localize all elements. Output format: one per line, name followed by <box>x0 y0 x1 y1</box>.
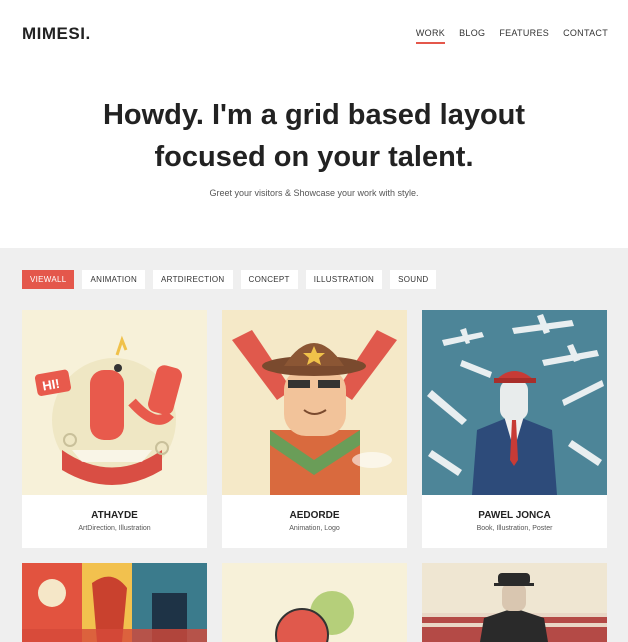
filter-illustration[interactable]: ILLUSTRATION <box>305 270 383 289</box>
project-tags: Animation, Logo <box>289 525 340 532</box>
project-thumbnail[interactable] <box>222 563 407 642</box>
hero-section: Howdy. I'm a grid based layout focused o… <box>0 70 628 248</box>
project-title[interactable]: ATHAYDE <box>22 495 207 521</box>
collage-illustration <box>22 563 207 642</box>
nav-contact[interactable]: CONTACT <box>563 28 608 44</box>
character-illustration <box>222 563 407 642</box>
hero-title-line-2: focused on your talent. <box>154 141 474 173</box>
airplanes-illustration <box>422 310 607 495</box>
hero-subtitle: Greet your visitors & Showcase your work… <box>209 188 419 198</box>
project-card-row2-2[interactable] <box>222 563 407 642</box>
portfolio-section: VIEWALL ANIMATION ARTDIRECTION CONCEPT I… <box>0 248 628 642</box>
policeman-illustration <box>422 563 607 642</box>
project-tags: Book, Illustration, Poster <box>476 525 553 532</box>
site-logo[interactable]: MIMESI. <box>22 24 91 44</box>
project-thumbnail[interactable] <box>422 310 607 495</box>
site-header: MIMESI. WORK BLOG FEATURES CONTACT <box>0 0 628 70</box>
filter-sound[interactable]: SOUND <box>390 270 437 289</box>
project-card-athayde[interactable]: HI! ATHAYDE ArtDirection, Illustration <box>22 310 207 548</box>
project-tags: ArtDirection, Illustration <box>78 525 151 532</box>
filter-viewall[interactable]: VIEWALL <box>22 270 75 289</box>
filter-animation[interactable]: ANIMATION <box>82 270 146 289</box>
sheriff-illustration <box>222 310 407 495</box>
project-card-row2-1[interactable] <box>22 563 207 642</box>
filter-artdirection[interactable]: ARTDIRECTION <box>153 270 233 289</box>
hero-title-line-1: Howdy. I'm a grid based layout <box>102 99 526 131</box>
svg-text:HI!: HI! <box>41 376 61 394</box>
project-thumbnail[interactable]: HI! <box>22 310 207 495</box>
project-thumbnail[interactable] <box>22 563 207 642</box>
project-thumbnail[interactable] <box>222 310 407 495</box>
project-card-pawel-jonca[interactable]: PAWEL JONCA Book, Illustration, Poster <box>422 310 607 548</box>
nav-features[interactable]: FEATURES <box>499 28 549 44</box>
project-thumbnail[interactable] <box>422 563 607 642</box>
nav-work[interactable]: WORK <box>415 28 446 44</box>
project-meta: AEDORDE Animation, Logo <box>222 495 407 548</box>
filter-bar: VIEWALL ANIMATION ARTDIRECTION CONCEPT I… <box>22 270 437 289</box>
project-title[interactable]: AEDORDE <box>222 495 407 521</box>
project-meta: PAWEL JONCA Book, Illustration, Poster <box>422 495 607 548</box>
robot-illustration: HI! <box>22 310 207 495</box>
project-meta: ATHAYDE ArtDirection, Illustration <box>22 495 207 548</box>
nav-blog[interactable]: BLOG <box>459 28 485 44</box>
hero-title: Howdy. I'm a grid based layout focused o… <box>0 70 628 178</box>
project-card-row2-3[interactable] <box>422 563 607 642</box>
project-card-aedorde[interactable]: AEDORDE Animation, Logo <box>222 310 407 548</box>
project-title[interactable]: PAWEL JONCA <box>422 495 607 521</box>
main-nav: WORK BLOG FEATURES CONTACT <box>415 28 608 44</box>
filter-concept[interactable]: CONCEPT <box>240 270 298 289</box>
